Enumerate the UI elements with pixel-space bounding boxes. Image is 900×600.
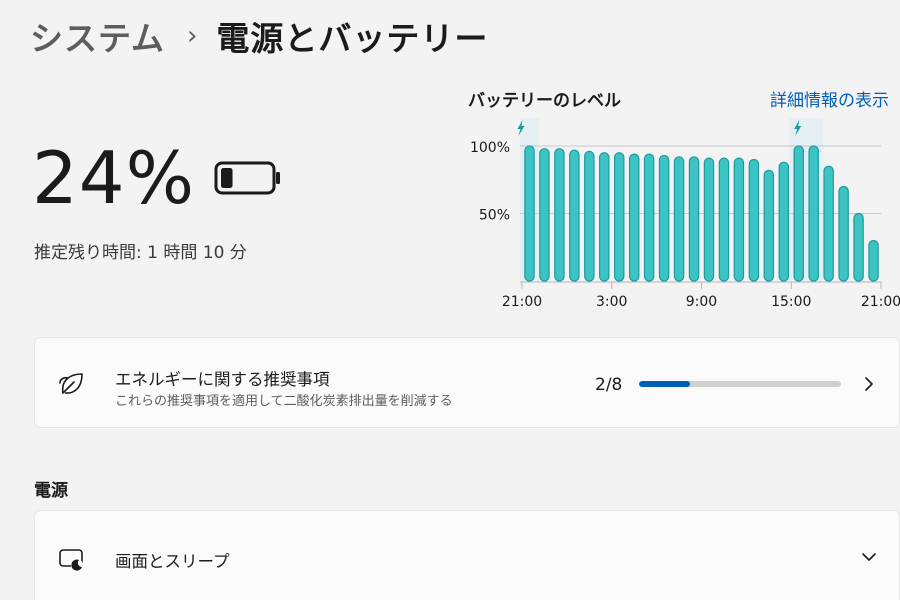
- screen-sleep-icon: [59, 549, 83, 571]
- leaf-icon: [59, 373, 83, 394]
- battery-level-chart: 100% 50% 21:00 3:00 9:00 15:00 21:00: [470, 118, 900, 310]
- battery-percentage: 24%: [32, 136, 196, 220]
- battery-level-bar: [658, 154, 670, 282]
- recommendations-progress-fill: [639, 381, 690, 387]
- recommendations-progress-bar: [639, 381, 841, 387]
- y-tick-label: 50%: [479, 208, 510, 224]
- battery-level-bar: [539, 148, 550, 282]
- x-tick-label: 9:00: [686, 294, 717, 310]
- breadcrumb: システム › 電源とバッテリー: [30, 14, 488, 58]
- energy-recommendations-title: エネルギーに関する推奨事項: [115, 370, 330, 389]
- battery-level-bar: [643, 153, 655, 282]
- energy-recommendations-subtitle: これらの推奨事項を適用して二酸化炭素排出量を削減する: [115, 394, 453, 409]
- battery-level-bar: [599, 152, 610, 282]
- battery-fill: [221, 168, 233, 188]
- battery-level-bar: [554, 148, 565, 282]
- screen-and-sleep-card[interactable]: 画面とスリープ: [34, 510, 900, 600]
- battery-level-bar: [613, 152, 625, 282]
- battery-level-bar: [793, 145, 804, 282]
- battery-level-bar: [808, 145, 819, 282]
- battery-level-bar: [778, 161, 790, 282]
- battery-level-bar: [688, 156, 700, 282]
- battery-level-bar: [868, 239, 879, 282]
- chevron-right-icon[interactable]: [861, 376, 877, 392]
- energy-recommendations-card[interactable]: エネルギーに関する推奨事項 これらの推奨事項を適用して二酸化炭素排出量を削減する…: [34, 337, 900, 428]
- x-tick-label: 21:00: [502, 294, 542, 310]
- battery-level-bar: [569, 149, 580, 282]
- battery-level-bar: [628, 153, 640, 282]
- estimated-remaining-time: 推定残り時間: 1 時間 10 分: [34, 243, 247, 263]
- battery-level-bar: [733, 157, 745, 282]
- x-tick-label: 21:00: [861, 294, 900, 310]
- battery-level-bar: [703, 157, 715, 282]
- battery-level-bar: [823, 165, 834, 282]
- x-tick-label: 3:00: [596, 294, 627, 310]
- breadcrumb-separator: ›: [187, 21, 199, 51]
- battery-level-bar: [853, 212, 864, 282]
- battery-level-bar: [524, 145, 535, 282]
- y-tick-label: 100%: [470, 140, 510, 156]
- battery-level-bar: [584, 150, 595, 282]
- battery-level-bar: [763, 169, 775, 282]
- battery-level-bar: [718, 157, 730, 282]
- power-section-heading: 電源: [34, 481, 68, 501]
- page-title: 電源とバッテリー: [216, 19, 489, 58]
- recommendations-progress-label: 2/8: [595, 375, 623, 395]
- screen-and-sleep-title: 画面とスリープ: [115, 552, 230, 571]
- x-tick-label: 15:00: [771, 294, 811, 310]
- breadcrumb-parent-system[interactable]: システム: [30, 12, 165, 60]
- battery-level-bar: [838, 185, 849, 282]
- battery-level-bar: [673, 156, 685, 282]
- battery-level-bar: [748, 158, 760, 282]
- battery-low-icon: [214, 161, 280, 195]
- chevron-down-icon[interactable]: [861, 549, 877, 565]
